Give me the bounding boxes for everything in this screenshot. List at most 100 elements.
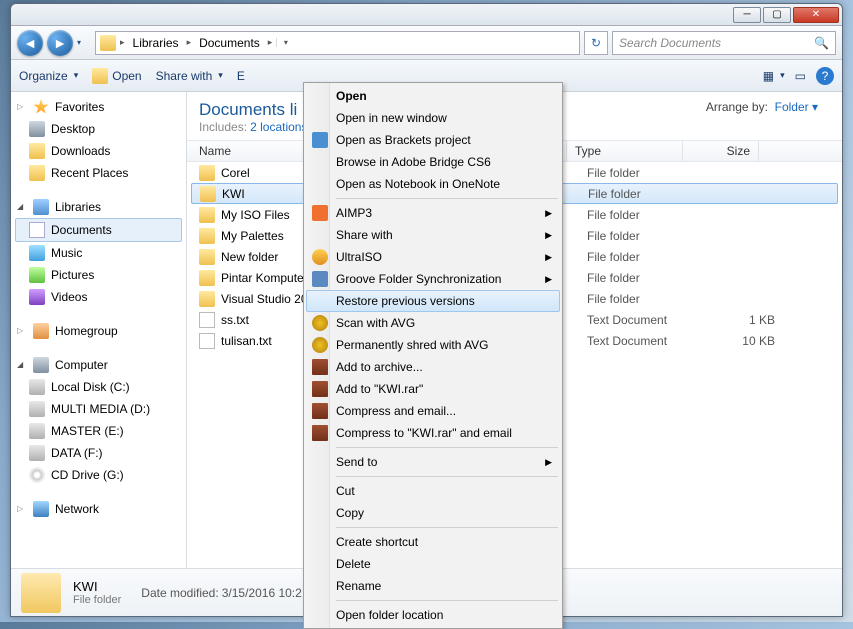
preview-pane-button[interactable]: ▭ — [795, 69, 806, 83]
titlebar: ─ ▢ ✕ — [11, 4, 842, 26]
sidebar-item-downloads[interactable]: Downloads — [11, 140, 186, 162]
context-item[interactable]: Send to ▶ — [306, 451, 560, 473]
search-placeholder: Search Documents — [619, 36, 721, 50]
context-item-icon — [312, 315, 328, 331]
search-input[interactable]: Search Documents 🔍 — [612, 31, 836, 55]
file-type: File folder — [587, 166, 703, 180]
sidebar-item-pictures[interactable]: Pictures — [11, 264, 186, 286]
sidebar-favorites[interactable]: Favorites — [11, 96, 186, 118]
context-item-label: Permanently shred with AVG — [336, 338, 489, 352]
file-type: File folder — [588, 187, 704, 201]
sidebar-item-drive-c[interactable]: Local Disk (C:) — [11, 376, 186, 398]
nav-history-dropdown[interactable]: ▾ — [77, 38, 91, 47]
context-item[interactable]: Delete — [306, 553, 560, 575]
file-type: File folder — [587, 250, 703, 264]
context-item-label: Open folder location — [336, 608, 443, 622]
context-item[interactable]: Scan with AVG — [306, 312, 560, 334]
breadcrumb-documents[interactable]: Documents — [195, 34, 264, 52]
context-item-label: Browse in Adobe Bridge CS6 — [336, 155, 491, 169]
context-item[interactable]: Add to archive... — [306, 356, 560, 378]
sidebar-libraries[interactable]: Libraries — [11, 196, 186, 218]
refresh-button[interactable]: ↻ — [584, 31, 608, 55]
context-item[interactable]: Browse in Adobe Bridge CS6 — [306, 151, 560, 173]
close-button[interactable]: ✕ — [793, 7, 839, 23]
context-separator — [336, 600, 558, 601]
context-item-label: Compress to "KWI.rar" and email — [336, 426, 512, 440]
help-button[interactable]: ? — [816, 67, 834, 85]
sidebar-computer[interactable]: Computer — [11, 354, 186, 376]
submenu-arrow-icon: ▶ — [545, 457, 552, 468]
sidebar-item-recent[interactable]: Recent Places — [11, 162, 186, 184]
sidebar-item-music[interactable]: Music — [11, 242, 186, 264]
context-item[interactable]: Groove Folder Synchronization▶ — [306, 268, 560, 290]
context-item-label: Delete — [336, 557, 371, 571]
context-item[interactable]: Open folder location — [306, 604, 560, 626]
col-type[interactable]: Type — [567, 141, 683, 161]
share-with-menu[interactable]: Share with — [156, 69, 223, 83]
cd-icon — [29, 467, 45, 483]
context-separator — [336, 476, 558, 477]
context-item[interactable]: Open as Brackets project — [306, 129, 560, 151]
breadcrumb-sep-icon: ▸ — [268, 37, 273, 48]
context-item[interactable]: Compress and email... — [306, 400, 560, 422]
sidebar-item-drive-g[interactable]: CD Drive (G:) — [11, 464, 186, 486]
star-icon — [33, 99, 49, 115]
file-type: File folder — [587, 208, 703, 222]
sidebar-item-documents[interactable]: Documents — [15, 218, 182, 242]
sidebar-item-desktop[interactable]: Desktop — [11, 118, 186, 140]
context-item-icon — [312, 271, 328, 287]
search-icon[interactable]: 🔍 — [814, 36, 829, 50]
context-item[interactable]: Restore previous versions — [306, 290, 560, 312]
context-item-icon — [312, 359, 328, 375]
context-item[interactable]: Cut — [306, 480, 560, 502]
drive-icon — [29, 445, 45, 461]
sidebar-item-drive-d[interactable]: MULTI MEDIA (D:) — [11, 398, 186, 420]
sidebar-network[interactable]: Network — [11, 498, 186, 520]
forward-button[interactable]: ► — [47, 30, 73, 56]
col-size[interactable]: Size — [683, 141, 759, 161]
file-type: Text Document — [587, 334, 703, 348]
context-item[interactable]: Create shortcut — [306, 531, 560, 553]
breadcrumb-libraries[interactable]: Libraries — [129, 34, 183, 52]
file-icon — [199, 312, 215, 328]
maximize-button[interactable]: ▢ — [763, 7, 791, 23]
context-item[interactable]: AIMP3▶ — [306, 202, 560, 224]
context-item-label: Open as Notebook in OneNote — [336, 177, 500, 191]
file-icon — [199, 291, 215, 307]
context-item[interactable]: Copy — [306, 502, 560, 524]
sidebar-item-drive-e[interactable]: MASTER (E:) — [11, 420, 186, 442]
context-item[interactable]: Open in new window — [306, 107, 560, 129]
open-button[interactable]: Open — [92, 68, 141, 84]
sidebar-item-videos[interactable]: Videos — [11, 286, 186, 308]
file-icon — [199, 249, 215, 265]
context-item[interactable]: Open — [306, 85, 560, 107]
view-button[interactable]: ▦ — [763, 69, 785, 83]
context-item-label: UltraISO — [336, 250, 382, 264]
minimize-button[interactable]: ─ — [733, 7, 761, 23]
back-button[interactable]: ◄ — [17, 30, 43, 56]
arrange-by-dropdown[interactable]: Folder ▾ — [775, 100, 818, 114]
address-bar[interactable]: ▸ Libraries ▸ Documents ▸ ▾ — [95, 31, 580, 55]
context-item[interactable]: Permanently shred with AVG — [306, 334, 560, 356]
context-item[interactable]: UltraISO▶ — [306, 246, 560, 268]
context-item-label: AIMP3 — [336, 206, 372, 220]
context-item[interactable]: Add to "KWI.rar" — [306, 378, 560, 400]
context-item-label: Cut — [336, 484, 355, 498]
toolbar-truncated: E — [237, 69, 245, 83]
address-dropdown[interactable]: ▾ — [276, 38, 294, 47]
context-item[interactable]: Open as Notebook in OneNote — [306, 173, 560, 195]
context-separator — [336, 198, 558, 199]
desktop-icon — [29, 121, 45, 137]
sidebar-homegroup[interactable]: Homegroup — [11, 320, 186, 342]
locations-link[interactable]: 2 locations — [250, 120, 307, 134]
context-item-label: Scan with AVG — [336, 316, 415, 330]
folder-icon — [100, 35, 116, 51]
nav-bar: ◄ ► ▾ ▸ Libraries ▸ Documents ▸ ▾ ↻ Sear… — [11, 26, 842, 60]
context-item-label: Send to — [336, 455, 377, 469]
context-item[interactable]: Compress to "KWI.rar" and email — [306, 422, 560, 444]
file-icon — [199, 165, 215, 181]
organize-menu[interactable]: Organize — [19, 69, 78, 83]
sidebar-item-drive-f[interactable]: DATA (F:) — [11, 442, 186, 464]
context-item[interactable]: Share with▶ — [306, 224, 560, 246]
context-item[interactable]: Rename — [306, 575, 560, 597]
